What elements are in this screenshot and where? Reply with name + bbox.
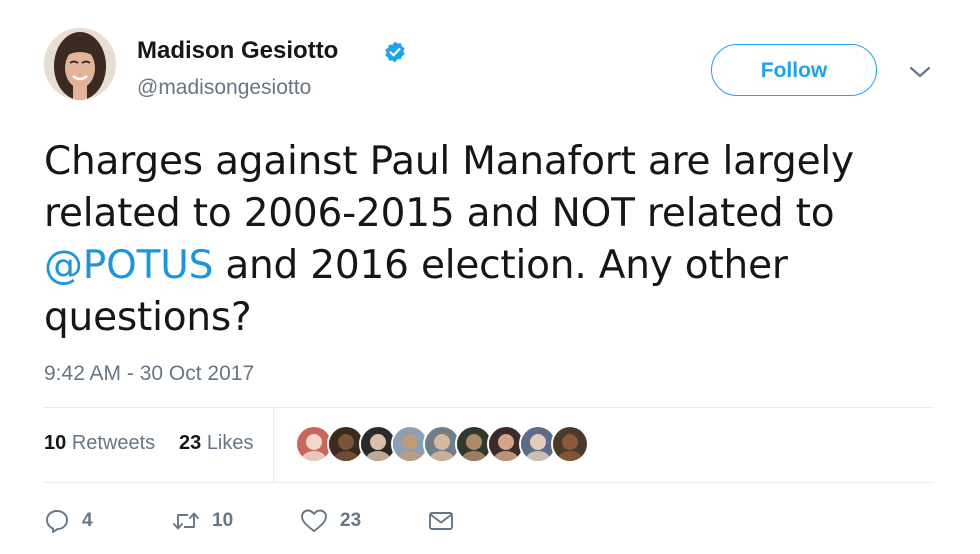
reply-icon (46, 510, 68, 533)
chevron-down-icon[interactable] (905, 60, 935, 84)
tweet-text: Charges against Paul Manafort are largel… (44, 136, 924, 344)
retweets-label: Retweets (71, 432, 156, 454)
retweets-count: 10 (44, 432, 67, 454)
retweet-count: 10 (212, 510, 234, 531)
verified-badge-icon (385, 41, 405, 63)
direct-message-button[interactable] (428, 506, 454, 536)
follow-button[interactable]: Follow (711, 44, 877, 96)
retweets-stat[interactable]: 10 Retweets (44, 432, 155, 455)
mention-link[interactable]: @POTUS (44, 243, 213, 288)
likes-stat[interactable]: 23 Likes (179, 432, 254, 455)
like-count: 23 (340, 510, 362, 531)
reply-button[interactable]: 4 (44, 506, 93, 536)
liker-avatar[interactable] (551, 425, 589, 463)
timestamp[interactable]: 9:42 AM - 30 Oct 2017 (44, 362, 254, 386)
avatar[interactable] (44, 28, 116, 100)
envelope-icon (429, 512, 453, 530)
reply-count: 4 (82, 510, 93, 531)
heart-icon (301, 509, 327, 532)
profile-photo-icon (44, 28, 116, 100)
likes-label: Likes (206, 432, 254, 454)
tweet-card: Madison Gesiotto @madisongesiotto Follow… (0, 0, 980, 554)
likes-count: 23 (179, 432, 202, 454)
retweet-button[interactable]: 10 (172, 506, 233, 536)
stats-divider (273, 408, 274, 482)
user-handle[interactable]: @madisongesiotto (137, 76, 311, 100)
like-button[interactable]: 23 (300, 506, 361, 536)
divider (44, 482, 934, 483)
display-name[interactable]: Madison Gesiotto (137, 37, 338, 65)
divider (44, 407, 934, 408)
retweet-icon (173, 512, 199, 530)
tweet-text-part: Charges against Paul Manafort are largel… (44, 139, 854, 236)
